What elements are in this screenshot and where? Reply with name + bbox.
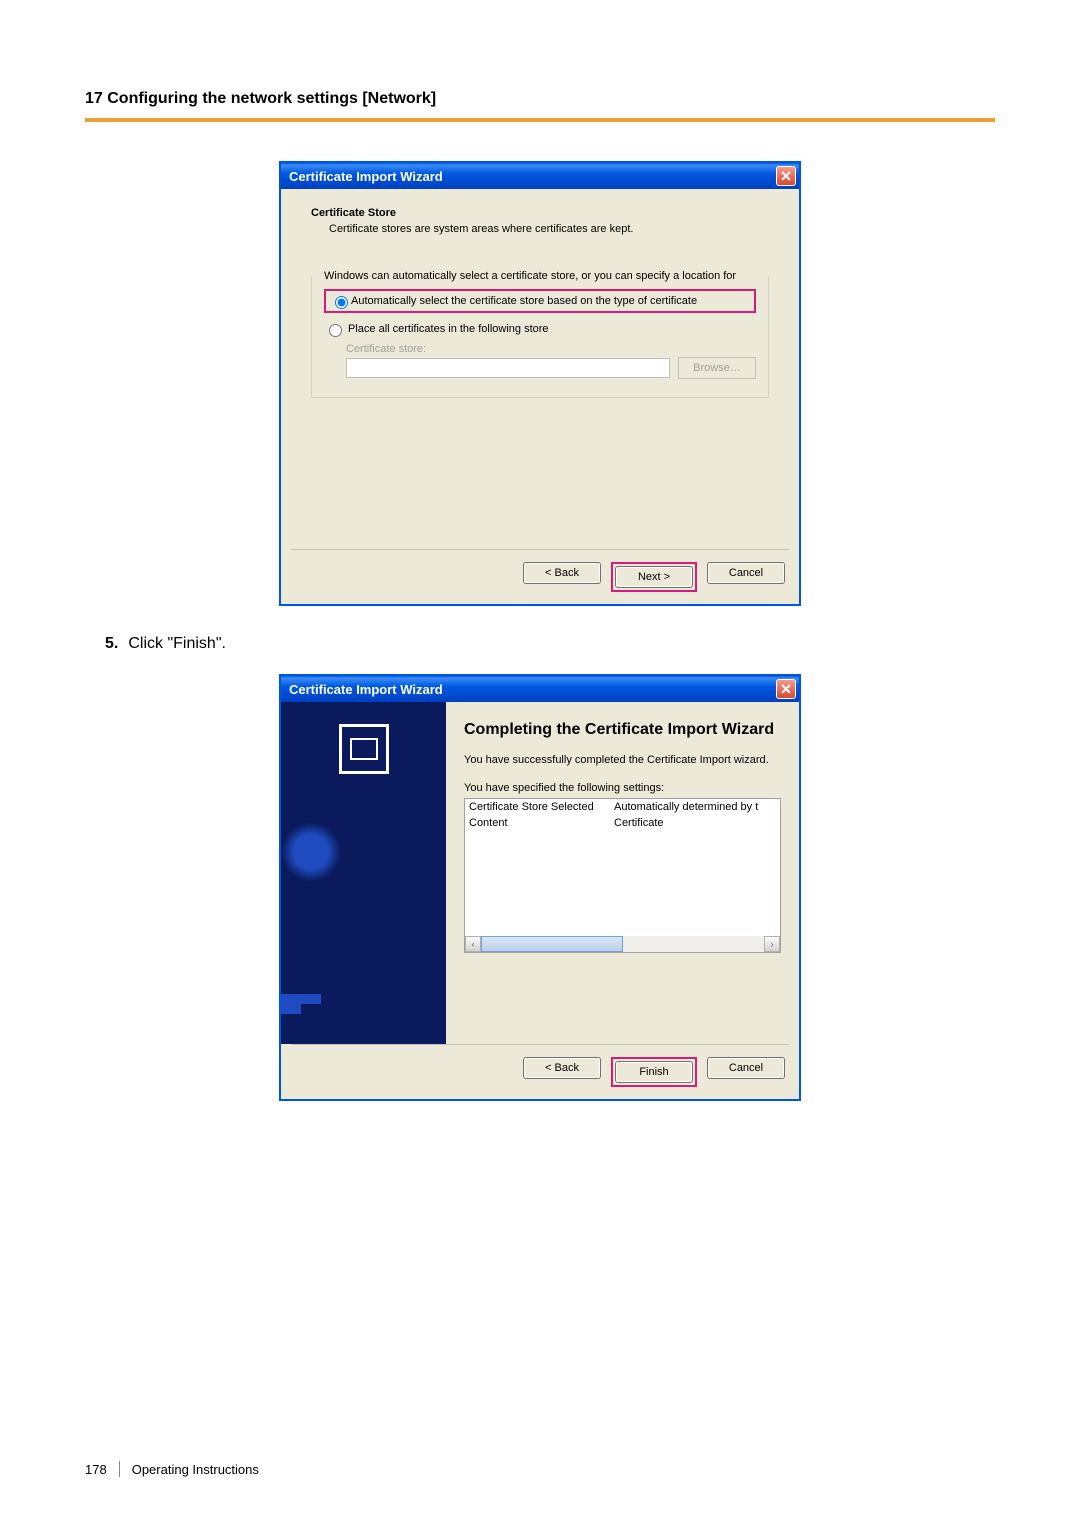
- table-row: Content Certificate: [465, 815, 780, 831]
- cancel-button[interactable]: Cancel: [707, 1057, 785, 1079]
- step-number: 5.: [105, 635, 118, 653]
- step-text: Click "Finish".: [128, 635, 226, 653]
- radio-place[interactable]: [329, 324, 342, 337]
- completing-msg: You have successfully completed the Cert…: [464, 753, 781, 768]
- settings-table: Certificate Store Selected Automatically…: [464, 798, 781, 953]
- dialog-title: Certificate Import Wizard: [289, 682, 443, 697]
- completing-heading: Completing the Certificate Import Wizard: [464, 720, 781, 741]
- certificate-store-heading: Certificate Store: [311, 207, 769, 219]
- certificate-store-dialog: Certificate Import Wizard ✕ Certificate …: [280, 162, 800, 605]
- dialog-title: Certificate Import Wizard: [289, 169, 443, 184]
- finish-button[interactable]: Finish: [615, 1061, 693, 1083]
- close-icon[interactable]: ✕: [776, 166, 796, 186]
- group-text: Windows can automatically select a certi…: [324, 270, 756, 282]
- finish-button-highlight: Finish: [611, 1057, 697, 1087]
- settings-label: You have specified the following setting…: [464, 782, 781, 794]
- certificate-icon: [339, 724, 389, 774]
- footer-title: Operating Instructions: [132, 1462, 259, 1477]
- next-button-highlight: Next >: [611, 562, 697, 592]
- page-footer: 178 Operating Instructions: [85, 1461, 259, 1477]
- next-button[interactable]: Next >: [615, 566, 693, 588]
- back-button[interactable]: < Back: [523, 562, 601, 584]
- step-instruction: 5. Click "Finish".: [105, 635, 995, 653]
- section-header: 17 Configuring the network settings [Net…: [85, 90, 995, 108]
- header-rule: [85, 118, 995, 122]
- horizontal-scrollbar[interactable]: ‹ ›: [465, 936, 780, 952]
- completing-wizard-dialog: Certificate Import Wizard ✕ Completing t…: [280, 675, 800, 1100]
- back-button[interactable]: < Back: [523, 1057, 601, 1079]
- cell-content-value: Certificate: [614, 817, 776, 829]
- dialog-titlebar: Certificate Import Wizard ✕: [281, 676, 799, 702]
- cell-store-selected: Certificate Store Selected: [469, 801, 614, 813]
- cert-store-input: [346, 358, 670, 378]
- table-row: Certificate Store Selected Automatically…: [465, 799, 780, 815]
- scroll-left-icon[interactable]: ‹: [465, 936, 481, 952]
- browse-button: Browse…: [678, 357, 756, 379]
- cancel-button[interactable]: Cancel: [707, 562, 785, 584]
- page-number: 178: [85, 1462, 107, 1477]
- radio-auto-label: Automatically select the certificate sto…: [351, 295, 697, 307]
- certificate-store-desc: Certificate stores are system areas wher…: [311, 222, 769, 237]
- highlighted-radio-auto: Automatically select the certificate sto…: [324, 289, 756, 313]
- scroll-thumb[interactable]: [481, 936, 623, 952]
- radio-auto[interactable]: [335, 296, 348, 309]
- radio-place-label: Place all certificates in the following …: [348, 323, 549, 335]
- wizard-side-graphic: [281, 702, 446, 1044]
- cert-store-label: Certificate store:: [346, 343, 756, 355]
- close-icon[interactable]: ✕: [776, 679, 796, 699]
- cell-content: Content: [469, 817, 614, 829]
- cell-store-value: Automatically determined by t: [614, 801, 776, 813]
- scroll-right-icon[interactable]: ›: [764, 936, 780, 952]
- dialog-titlebar: Certificate Import Wizard ✕: [281, 163, 799, 189]
